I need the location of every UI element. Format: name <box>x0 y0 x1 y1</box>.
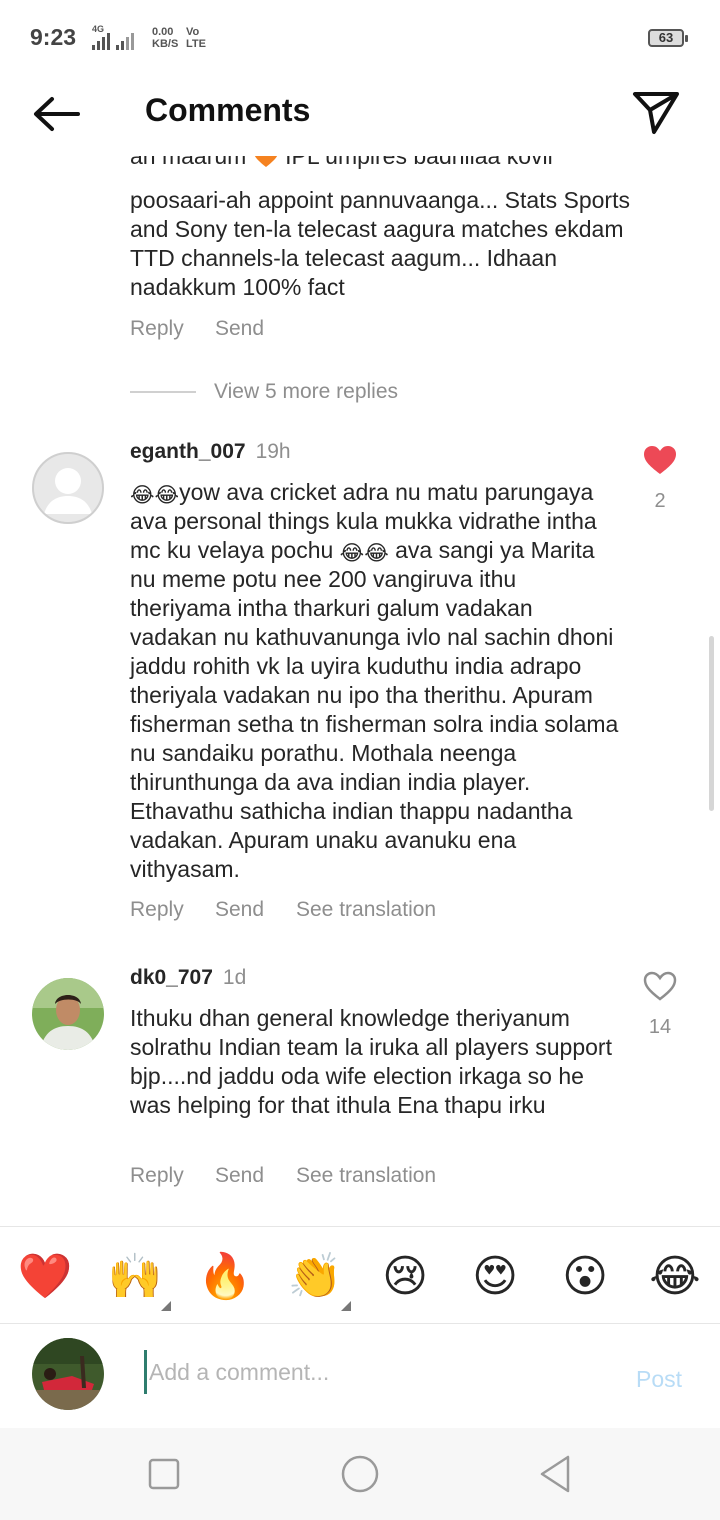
my-avatar[interactable] <box>32 1338 104 1410</box>
comment-composer: Post <box>0 1324 720 1428</box>
partial-first-line: an maarum IPL umpires badhilaa kovil <box>130 156 690 171</box>
heart-outline-icon[interactable] <box>642 970 678 1002</box>
user-photo-avatar <box>32 978 104 1050</box>
tears-of-joy-emoji: 😂😂 <box>130 484 180 507</box>
reply-button[interactable]: Reply <box>130 1164 184 1188</box>
user-photo-avatar <box>32 1338 104 1410</box>
view-more-replies[interactable]: View 5 more replies <box>130 380 398 404</box>
tears-of-joy-emoji-2: 😂😂 <box>339 542 389 565</box>
volte-top: Vo <box>186 26 200 38</box>
heart-filled-icon[interactable] <box>642 444 678 476</box>
like-count: 14 <box>648 1016 672 1038</box>
raised-hands-reaction[interactable]: 🙌 <box>107 1249 163 1305</box>
signal-strength-icon-2 <box>116 30 134 50</box>
like-count: 2 <box>654 490 666 512</box>
username-text[interactable]: eganth_007 <box>130 440 246 463</box>
volte-bottom: LTE <box>186 38 206 50</box>
network-speed: 0.00 KB/S <box>152 26 178 50</box>
partial-first-line-end: IPL umpires badhilaa kovil <box>285 156 553 169</box>
share-button[interactable] <box>630 88 682 136</box>
default-avatar-icon <box>34 454 102 522</box>
divider-line <box>130 391 196 393</box>
partial-comment-text: poosaari-ah appoint pannuvaanga... Stats… <box>130 187 630 300</box>
square-icon[interactable] <box>142 1452 186 1496</box>
comment-input[interactable] <box>144 1350 584 1394</box>
fire-reaction[interactable]: 🔥 <box>197 1249 253 1305</box>
heart-eyes-reaction[interactable]: 😍 <box>467 1249 523 1305</box>
post-button[interactable]: Post <box>636 1366 682 1393</box>
page-title: Comments <box>145 92 311 128</box>
crying-face-reaction[interactable]: 😢 <box>377 1249 433 1305</box>
orange-heart-icon <box>254 156 277 167</box>
view-more-replies-label: View 5 more replies <box>214 380 399 403</box>
reply-button[interactable]: Reply <box>130 898 184 922</box>
see-translation-button[interactable]: See translation <box>296 1164 436 1188</box>
red-heart-reaction[interactable]: ❤️ <box>17 1249 73 1305</box>
quick-reactions-bar: ❤️ 🙌 🔥 👏 😢 😍 😮 😂 <box>0 1226 720 1324</box>
comment-username[interactable]: dk0_707 1d <box>130 966 246 990</box>
avatar[interactable] <box>32 978 104 1050</box>
see-translation-button[interactable]: See translation <box>296 898 436 922</box>
status-bar: 9:23 4G 0.00 KB/S Vo LTE 63 <box>0 0 720 76</box>
triangle-back-icon[interactable] <box>534 1452 578 1496</box>
network-speed-value: 0.00 <box>152 26 174 38</box>
paper-plane-icon <box>633 92 679 134</box>
send-button[interactable]: Send <box>215 317 264 341</box>
volte-indicator: Vo LTE <box>186 26 206 50</box>
battery-level: 63 <box>658 30 674 45</box>
comment-time: 1d <box>222 966 247 989</box>
signal-strength-icon: 4G <box>92 24 110 50</box>
skin-tone-indicator-icon <box>341 1301 351 1311</box>
signal-indicators: 4G <box>92 24 134 50</box>
reply-button[interactable]: Reply <box>130 317 184 341</box>
circle-icon[interactable] <box>338 1452 382 1496</box>
surprised-face-reaction[interactable]: 😮 <box>557 1249 613 1305</box>
comments-list[interactable]: an maarum IPL umpires badhilaa kovil poo… <box>0 156 720 1226</box>
send-button[interactable]: Send <box>215 898 264 922</box>
comment-text: Ithuku dhan general knowledge theriyanum… <box>130 1005 612 1118</box>
battery-icon: 63 <box>648 29 688 47</box>
header: Comments <box>0 76 720 156</box>
back-button[interactable] <box>30 92 82 136</box>
network-type-label: 4G <box>92 24 105 34</box>
comment-text: 😂😂yow ava cricket adra nu matu parungaya… <box>130 478 620 884</box>
avatar[interactable] <box>32 452 104 524</box>
comment-username[interactable]: eganth_007 19h <box>130 440 291 464</box>
partial-first-line-start: an maarum <box>130 156 247 169</box>
skin-tone-indicator-icon <box>161 1301 171 1311</box>
status-time: 9:23 <box>30 24 77 50</box>
clapping-hands-reaction[interactable]: 👏 <box>287 1249 343 1305</box>
arrow-left-icon <box>34 97 80 131</box>
comment-text-part-2: ava sangi ya Marita nu meme potu nee 200… <box>130 537 619 882</box>
send-button[interactable]: Send <box>215 1164 264 1188</box>
comment-time: 19h <box>255 440 291 463</box>
scrollbar[interactable] <box>709 636 714 811</box>
network-speed-unit: KB/S <box>152 38 179 50</box>
system-nav-bar <box>0 1428 720 1520</box>
username-text[interactable]: dk0_707 <box>130 966 213 989</box>
tears-of-joy-reaction[interactable]: 😂 <box>647 1249 703 1305</box>
